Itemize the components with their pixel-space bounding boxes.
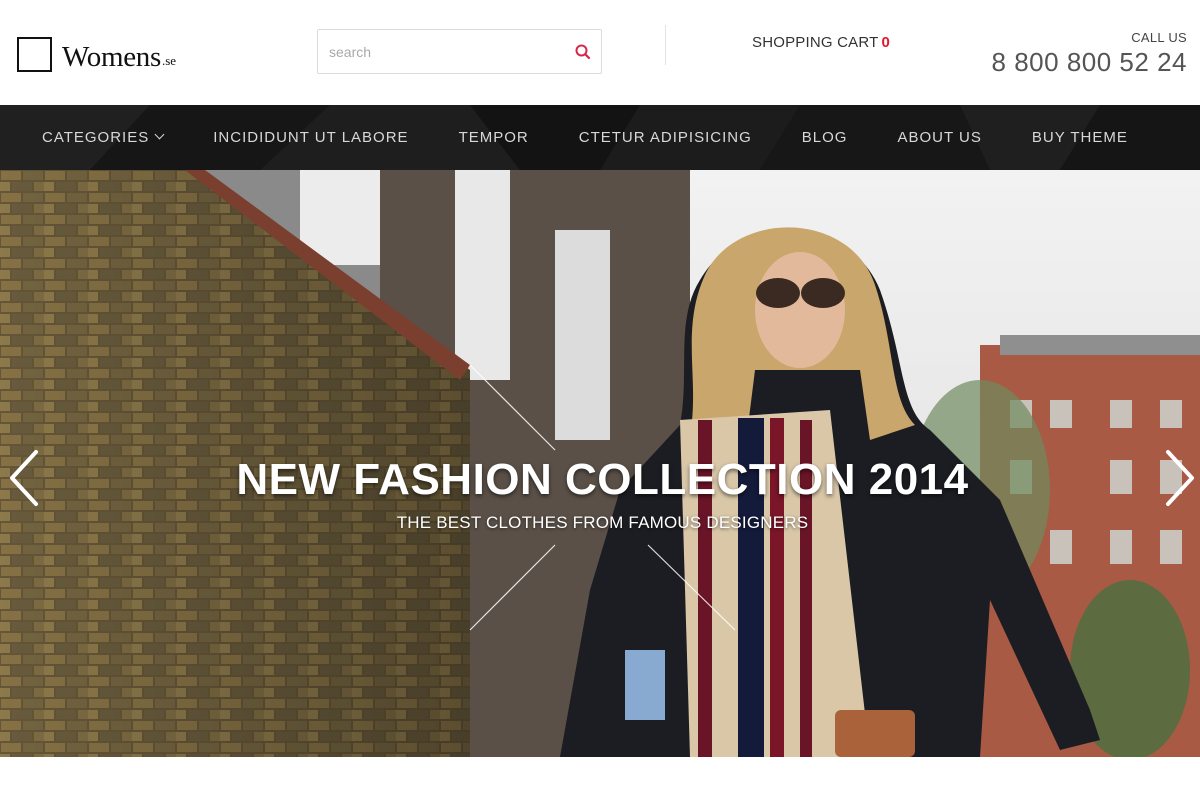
phone-number[interactable]: 8 800 800 52 24	[992, 47, 1187, 78]
slider-prev-button[interactable]	[4, 448, 44, 508]
chevron-right-icon	[1166, 450, 1194, 506]
nav-item-buy-theme: BUY THEME	[1032, 105, 1128, 170]
search-input[interactable]	[318, 30, 568, 73]
nav-link-incididunt[interactable]: INCIDIDUNT UT LABORE	[213, 105, 408, 170]
search-box	[317, 29, 602, 74]
main-nav: CATEGORIES INCIDIDUNT UT LABORE TEMPOR C…	[0, 105, 1200, 170]
nav-link-blog[interactable]: BLOG	[802, 105, 848, 170]
nav-item-blog: BLOG	[802, 105, 848, 170]
logo-square-icon	[17, 37, 52, 72]
site-logo[interactable]: Womens .se	[17, 37, 176, 72]
nav-label: CATEGORIES	[42, 129, 150, 146]
search-icon	[575, 44, 591, 60]
logo-name: Womens	[62, 41, 161, 73]
search-button[interactable]	[573, 42, 593, 62]
hero-slider: NEW FASHION COLLECTION 2014 THE BEST CLO…	[0, 170, 1200, 757]
nav-link-ctetur[interactable]: CTETUR ADIPISICING	[579, 105, 752, 170]
nav-item-tempor: TEMPOR	[459, 105, 529, 170]
nav-link-buy-theme[interactable]: BUY THEME	[1032, 105, 1128, 170]
nav-link-categories[interactable]: CATEGORIES	[42, 105, 165, 170]
logo-tld: .se	[161, 53, 177, 68]
nav-link-tempor[interactable]: TEMPOR	[459, 105, 529, 170]
header-divider	[665, 25, 666, 65]
nav-item-about: ABOUT US	[897, 105, 981, 170]
slider-next-button[interactable]	[1160, 448, 1200, 508]
hero-title: NEW FASHION COLLECTION 2014	[236, 455, 969, 504]
call-us-label: CALL US	[1131, 30, 1187, 45]
cart-count-badge: 0	[881, 34, 891, 51]
nav-list: CATEGORIES INCIDIDUNT UT LABORE TEMPOR C…	[0, 105, 1128, 170]
nav-link-about-us[interactable]: ABOUT US	[897, 105, 981, 170]
site-header: Womens .se SHOPPING CART0 CALL US 8 800 …	[0, 0, 1200, 105]
nav-item-categories: CATEGORIES	[42, 105, 165, 170]
cart-label: SHOPPING CART	[752, 34, 879, 51]
hero-subtitle: THE BEST CLOTHES FROM FAMOUS DESIGNERS	[396, 513, 809, 532]
chevron-left-icon	[10, 450, 38, 506]
chevron-down-icon	[154, 129, 165, 140]
nav-item-ctetur: CTETUR ADIPISICING	[579, 105, 752, 170]
shopping-cart-link[interactable]: SHOPPING CART 0	[752, 34, 890, 51]
nav-item-incididunt: INCIDIDUNT UT LABORE	[213, 105, 408, 170]
